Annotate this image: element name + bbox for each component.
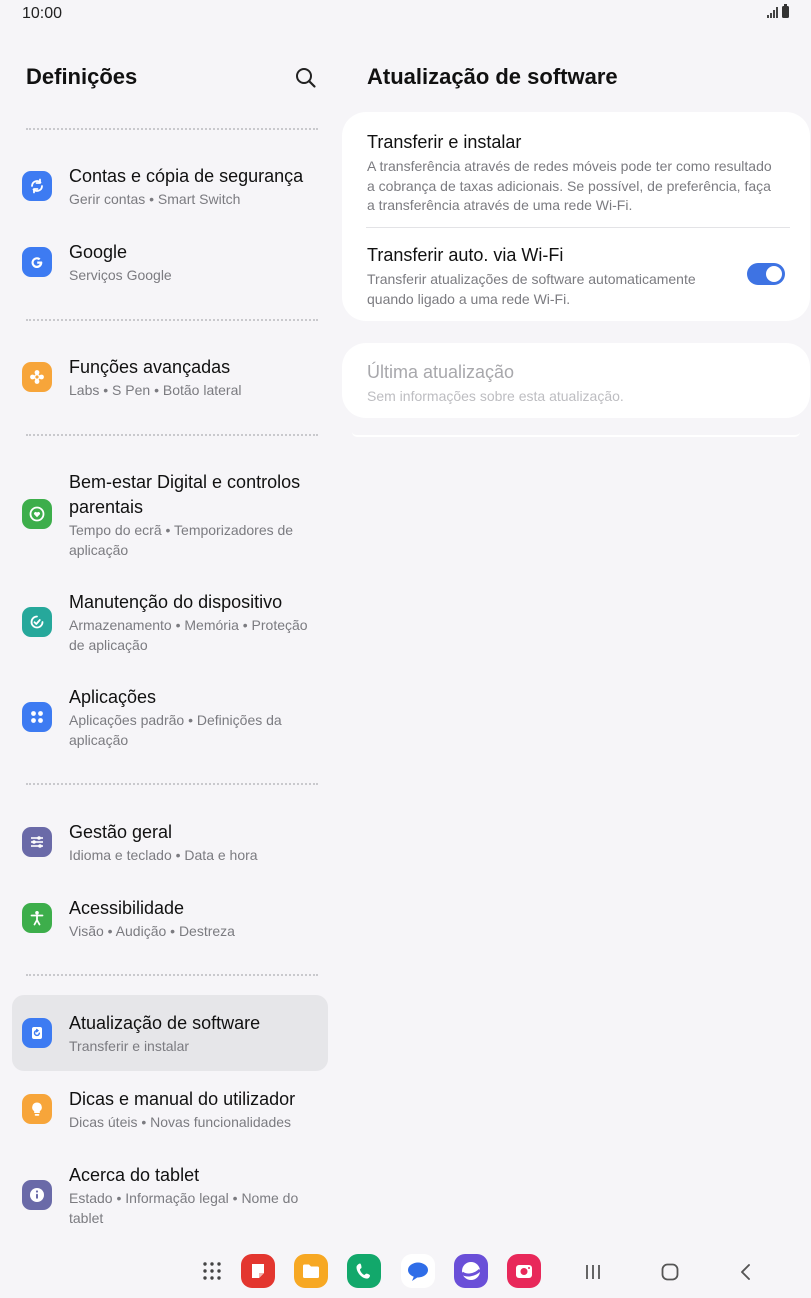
menu-item-title: Contas e cópia de segurança [69, 166, 304, 186]
menu-item-google[interactable]: Google Serviços Google [12, 232, 328, 292]
menu-item-subtitle: Idioma e teclado • Data e hora [69, 847, 258, 863]
menu-item-title: Gestão geral [69, 822, 173, 842]
google-icon [22, 247, 52, 277]
signal-icon [767, 6, 778, 18]
menu-item-subtitle: Gerir contas • Smart Switch [69, 191, 241, 207]
sliders-icon [22, 827, 52, 857]
back-button[interactable] [731, 1258, 761, 1286]
menu-item-title: Funções avançadas [69, 357, 231, 377]
menu-item-title: Bem-estar Digital e controlos parentais [69, 472, 301, 517]
apps-grid-icon [22, 702, 52, 732]
detail-title: Atualização de software [367, 64, 618, 89]
settings-title: Definições [26, 64, 138, 89]
lightbulb-icon [22, 1094, 52, 1124]
update-options-card: Transferir e instalar A transferência at… [342, 112, 810, 321]
download-install-description: A transferência através de redes móveis … [367, 158, 772, 213]
menu-item-tips-manual[interactable]: Dicas e manual do utilizador Dicas úteis… [12, 1079, 328, 1139]
menu-item-subtitle: Armazenamento • Memória • Proteção de ap… [69, 617, 308, 653]
menu-item-title: Dicas e manual do utilizador [69, 1089, 296, 1109]
last-update-description: Sem informações sobre esta atualização. [367, 388, 624, 404]
app-drawer-icon[interactable] [195, 1254, 229, 1288]
last-update-card: Última atualização Sem informações sobre… [342, 343, 810, 418]
download-install-title: Transferir e instalar [367, 132, 522, 152]
phone-icon[interactable] [347, 1254, 381, 1288]
section-divider [26, 974, 318, 976]
menu-item-digital-wellbeing[interactable]: Bem-estar Digital e controlos parentais … [12, 462, 328, 566]
search-button[interactable] [292, 64, 320, 92]
puzzle-star-icon [22, 362, 52, 392]
menu-item-title: Google [69, 242, 128, 262]
settings-list-panel: Definições Contas e cópia de segurança G… [0, 0, 340, 1240]
back-icon [741, 1264, 750, 1280]
menu-item-subtitle: Tempo do ecrã • Temporizadores de aplica… [69, 522, 294, 558]
sync-icon [22, 171, 52, 201]
last-update-title: Última atualização [367, 362, 515, 382]
section-divider [26, 434, 318, 436]
menu-item-title: Acessibilidade [69, 898, 185, 918]
status-icons [767, 4, 789, 18]
messages-icon[interactable] [401, 1254, 435, 1288]
card-divider [366, 227, 790, 228]
menu-item-accessibility[interactable]: Acessibilidade Visão • Audição • Destrez… [12, 888, 328, 948]
camera-icon[interactable] [507, 1254, 541, 1288]
home-button[interactable] [655, 1258, 685, 1286]
menu-item-subtitle: Dicas úteis • Novas funcionalidades [69, 1114, 292, 1130]
menu-item-title: Acerca do tablet [69, 1165, 200, 1185]
menu-item-device-care[interactable]: Manutenção do dispositivo Armazenamento … [12, 582, 328, 662]
menu-item-accounts-backup[interactable]: Contas e cópia de segurança Gerir contas… [12, 156, 328, 216]
menu-item-title: Aplicações [69, 687, 157, 707]
last-update-row: Última atualização Sem informações sobre… [367, 360, 777, 407]
section-divider [26, 783, 318, 785]
device-care-icon [22, 607, 52, 637]
menu-item-subtitle: Aplicações padrão • Definições da aplica… [69, 712, 282, 748]
menu-item-software-update[interactable]: Atualização de software Transferir e ins… [12, 995, 328, 1071]
samsung-internet-icon[interactable] [454, 1254, 488, 1288]
menu-item-advanced-features[interactable]: Funções avançadas Labs • S Pen • Botão l… [12, 347, 328, 407]
menu-item-general-management[interactable]: Gestão geral Idioma e teclado • Data e h… [12, 812, 328, 872]
my-files-icon[interactable] [294, 1254, 328, 1288]
auto-wifi-row[interactable]: Transferir auto. via Wi-Fi Transferir at… [367, 243, 727, 309]
battery-icon [782, 4, 789, 18]
toggle-knob [766, 266, 782, 282]
auto-wifi-title: Transferir auto. via Wi-Fi [367, 245, 564, 265]
menu-item-subtitle: Visão • Audição • Destreza [69, 923, 235, 939]
auto-wifi-description: Transferir atualizações de software auto… [367, 271, 696, 307]
auto-wifi-toggle[interactable] [747, 263, 785, 285]
menu-item-subtitle: Transferir e instalar [69, 1038, 190, 1054]
menu-item-title: Manutenção do dispositivo [69, 592, 283, 612]
software-update-icon [22, 1018, 52, 1048]
menu-item-about-tablet[interactable]: Acerca do tablet Estado • Informação leg… [12, 1155, 328, 1235]
recents-icon [586, 1265, 600, 1279]
wellbeing-heart-icon [22, 499, 52, 529]
menu-item-subtitle: Serviços Google [69, 267, 172, 283]
taskbar [0, 1250, 811, 1294]
download-install-row[interactable]: Transferir e instalar A transferência at… [367, 130, 777, 216]
menu-item-subtitle: Labs • S Pen • Botão lateral [69, 382, 242, 398]
search-icon [296, 68, 316, 88]
info-icon [22, 1180, 52, 1210]
section-divider [26, 319, 318, 321]
accessibility-icon [22, 903, 52, 933]
section-divider [26, 128, 318, 130]
scroll-edge [352, 432, 800, 437]
recents-button[interactable] [578, 1258, 608, 1286]
samsung-notes-icon[interactable] [241, 1254, 275, 1288]
menu-item-title: Atualização de software [69, 1013, 261, 1033]
home-icon [661, 1263, 679, 1281]
menu-item-apps[interactable]: Aplicações Aplicações padrão • Definiçõe… [12, 677, 328, 757]
menu-item-subtitle: Estado • Informação legal • Nome do tabl… [69, 1190, 299, 1226]
